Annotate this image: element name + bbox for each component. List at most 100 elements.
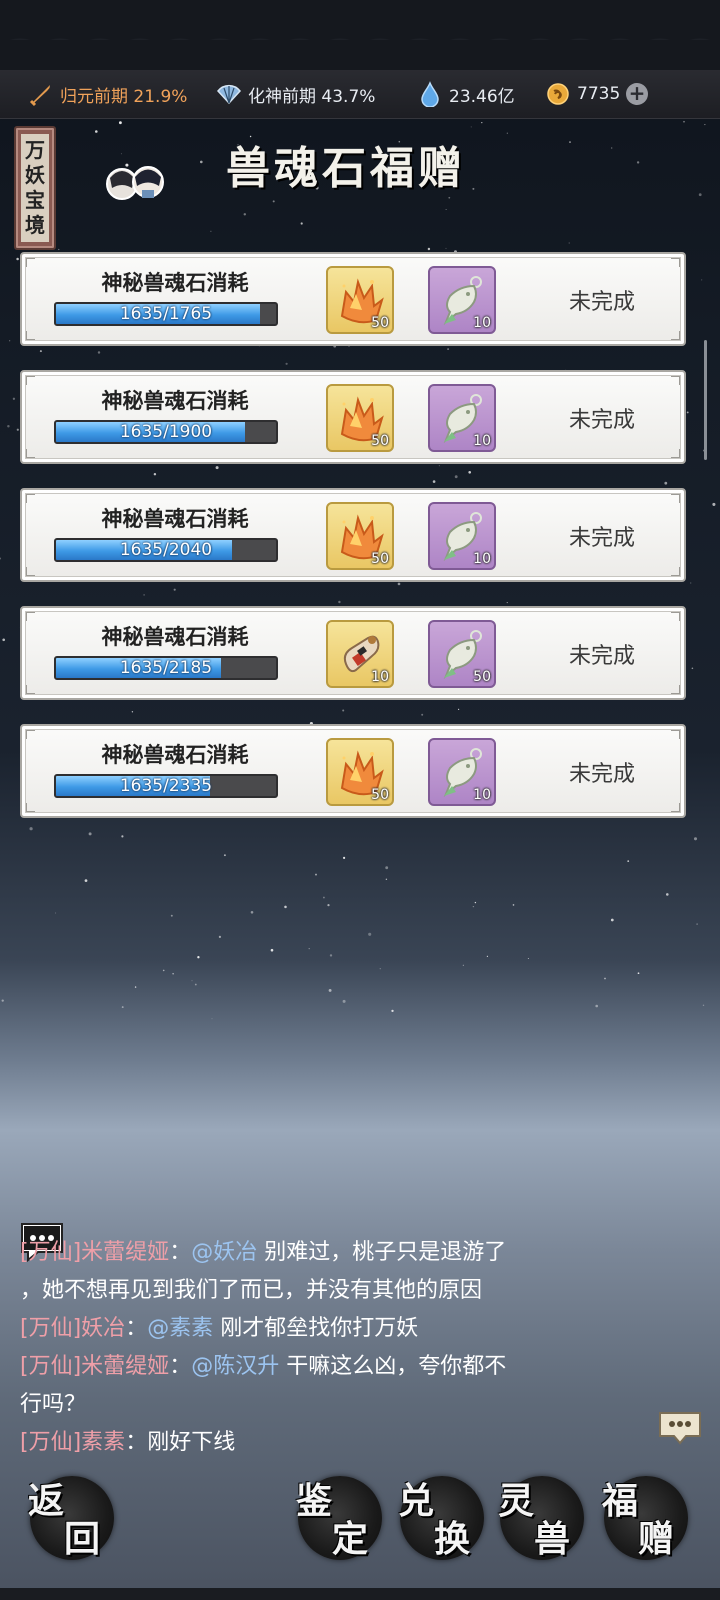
- card-corner: [671, 612, 680, 621]
- exchange-button[interactable]: 兑 换: [398, 1476, 484, 1560]
- star: [134, 986, 137, 988]
- task-progress-text: 1635/1900: [119, 422, 213, 442]
- chat-line: [万仙]米蕾缇娅：@陈汉升 干嘛这么凶，夸你都不: [20, 1348, 630, 1386]
- card-corner: [26, 730, 35, 739]
- star: [664, 481, 668, 485]
- star: [338, 600, 341, 604]
- star: [16, 257, 19, 261]
- task-card[interactable]: 神秘兽魂石消耗 1635/1765 50 10 未完成: [20, 252, 686, 346]
- card-corner: [26, 612, 35, 621]
- star: [447, 348, 450, 351]
- reward-2-quantity: 10: [473, 787, 491, 803]
- spirit-stone-counter[interactable]: 23.46亿: [417, 70, 515, 118]
- star: [397, 582, 401, 586]
- chat-sender[interactable]: 米蕾缇娅: [81, 1240, 169, 1265]
- reward-item-1[interactable]: 10: [326, 620, 394, 688]
- star: [421, 713, 424, 716]
- star: [120, 153, 122, 155]
- star: [462, 964, 464, 966]
- card-corner: [26, 567, 35, 576]
- star: [2, 638, 6, 642]
- star: [218, 935, 222, 939]
- star: [84, 879, 88, 882]
- task-card[interactable]: 神秘兽魂石消耗 1635/1900 50 10 未完成: [20, 370, 686, 464]
- star: [215, 466, 219, 470]
- task-title: 神秘兽魂石消耗: [101, 625, 249, 649]
- star: [162, 969, 165, 972]
- reward-item-2[interactable]: 10: [428, 738, 496, 806]
- chat-toggle-icon[interactable]: [656, 1410, 704, 1446]
- star: [666, 893, 669, 896]
- reward-item-2[interactable]: 10: [428, 384, 496, 452]
- star: [696, 923, 698, 925]
- chat-mention[interactable]: @陈汉升: [191, 1354, 279, 1379]
- plus-icon[interactable]: +: [626, 83, 648, 105]
- card-corner: [26, 258, 35, 267]
- reward-item-2[interactable]: 10: [428, 502, 496, 570]
- star: [243, 213, 247, 216]
- card-corner: [671, 449, 680, 458]
- reward-item-2[interactable]: 10: [428, 266, 496, 334]
- exchange-char-1: 兑: [398, 1480, 435, 1522]
- cultivation-realm-1[interactable]: 归元前期 21.9%: [28, 70, 187, 118]
- back-button[interactable]: 返 回: [28, 1476, 114, 1560]
- task-card[interactable]: 神秘兽魂石消耗 1635/2185 10 50 未完成: [20, 606, 686, 700]
- gift-button[interactable]: 福 赠: [602, 1476, 688, 1560]
- reward-item-1[interactable]: 50: [326, 384, 394, 452]
- side-tab-wanyao[interactable]: 万妖宝境: [14, 126, 56, 250]
- appraise-button[interactable]: 鉴 定: [296, 1476, 382, 1560]
- chat-sender[interactable]: 米蕾缇娅: [81, 1354, 169, 1379]
- chat-sender[interactable]: 素素: [81, 1430, 125, 1455]
- chat-mention[interactable]: @素素: [147, 1316, 213, 1341]
- card-corner: [26, 376, 35, 385]
- reward-item-1[interactable]: 50: [326, 502, 394, 570]
- reward-item-1[interactable]: 50: [326, 266, 394, 334]
- gold-counter[interactable]: 7735: [545, 70, 620, 118]
- chat-separator: ：: [169, 1240, 192, 1265]
- sword-icon: [28, 81, 54, 107]
- reward-2-quantity: 10: [473, 315, 491, 331]
- star: [637, 972, 640, 975]
- realm-2-text: 化神前期 43.7%: [248, 86, 376, 107]
- water-drop-icon: [417, 81, 443, 107]
- task-progress-text: 1635/2040: [119, 540, 213, 560]
- star: [272, 200, 275, 203]
- chat-mention[interactable]: @妖冶: [191, 1240, 257, 1265]
- cultivation-realm-2[interactable]: 化神前期 43.7%: [216, 70, 375, 118]
- star: [300, 222, 303, 225]
- chat-log: [万仙]米蕾缇娅：@妖冶 别难过，桃子只是退游了 ，她不想再见到我们了而已，并没有…: [20, 1234, 630, 1462]
- star: [88, 832, 92, 836]
- reward-2-quantity: 10: [473, 551, 491, 567]
- star: [173, 588, 176, 591]
- star: [199, 160, 203, 164]
- star: [512, 904, 515, 906]
- chat-sender[interactable]: 妖冶: [81, 1316, 125, 1341]
- task-title: 神秘兽魂石消耗: [101, 507, 249, 531]
- star: [432, 480, 436, 483]
- star: [7, 424, 10, 428]
- star: [250, 911, 254, 914]
- star: [391, 1009, 394, 1013]
- list-scrollbar[interactable]: [704, 340, 707, 460]
- character-avatars-icon: [104, 164, 170, 202]
- task-title: 神秘兽魂石消耗: [101, 389, 249, 413]
- chat-message: 别难过，桃子只是退游了: [257, 1240, 507, 1265]
- star: [16, 428, 19, 431]
- chat-message: 刚才郁垒找你打万妖: [213, 1316, 419, 1341]
- task-card[interactable]: 神秘兽魂石消耗 1635/2040 50 10 未完成: [20, 488, 686, 582]
- star: [194, 983, 197, 986]
- spirit-beast-button[interactable]: 灵 兽: [498, 1476, 584, 1560]
- top-wave-pattern: [0, 0, 720, 70]
- star: [342, 709, 345, 712]
- star: [686, 411, 689, 414]
- reward-item-1[interactable]: 50: [326, 738, 394, 806]
- reward-1-quantity: 50: [371, 315, 389, 331]
- card-corner: [26, 449, 35, 458]
- fan-icon: [216, 81, 242, 107]
- star: [322, 896, 325, 899]
- reward-item-2[interactable]: 50: [428, 620, 496, 688]
- card-corner: [671, 376, 680, 385]
- star: [704, 124, 706, 126]
- chat-message: 干嘛这么凶，夸你都不: [279, 1354, 507, 1379]
- task-card[interactable]: 神秘兽魂石消耗 1635/2335 50 10 未完成: [20, 724, 686, 818]
